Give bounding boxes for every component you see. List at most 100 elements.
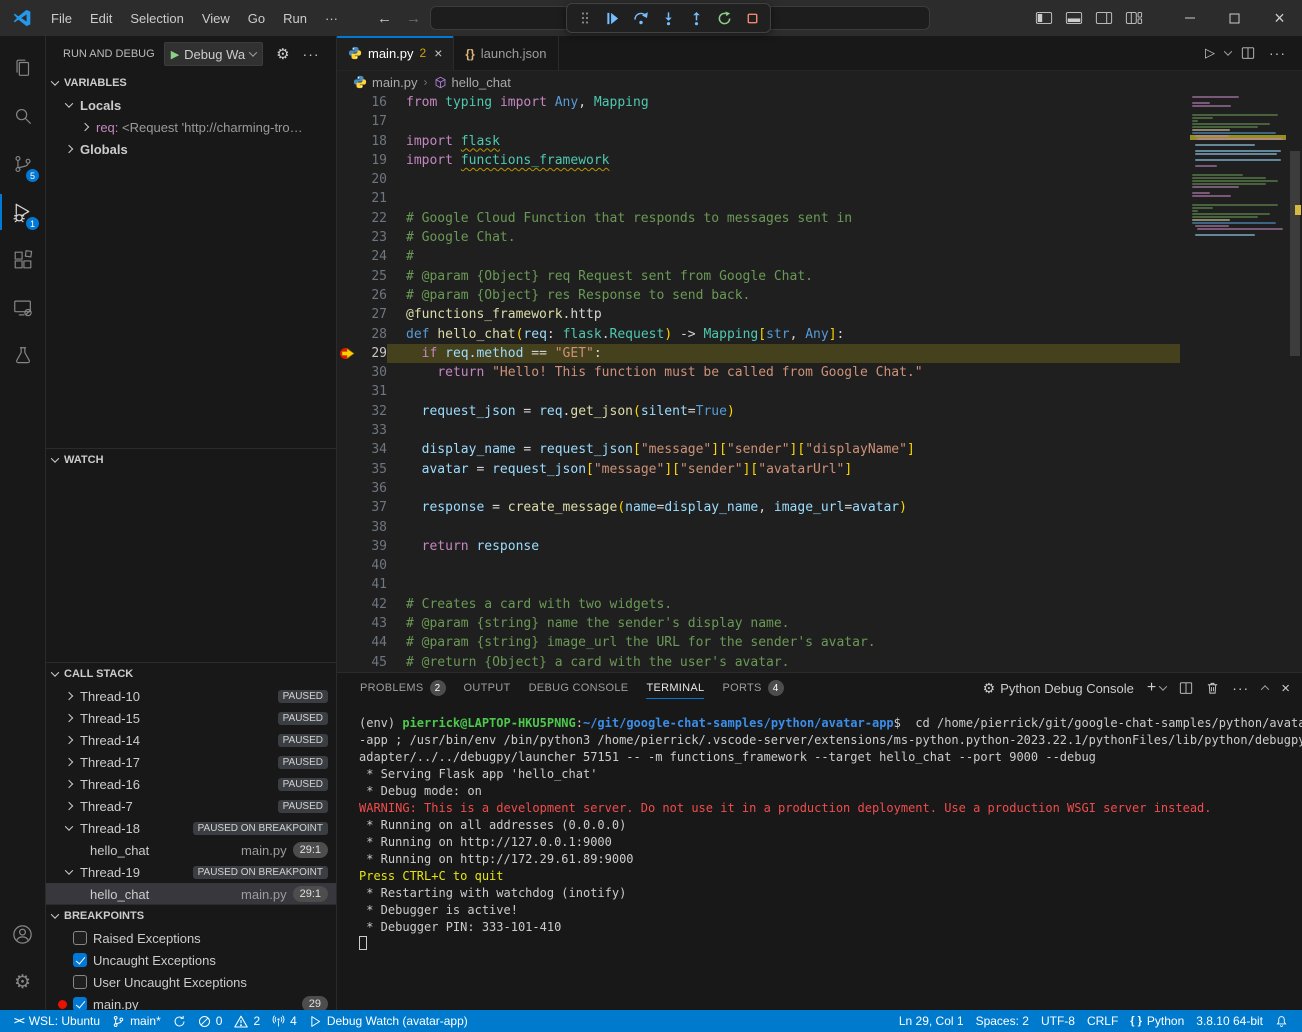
status-sync[interactable] xyxy=(167,1010,192,1032)
gutter-glyph[interactable] xyxy=(337,537,361,556)
code-line[interactable]: 34 display_name = request_json["message"… xyxy=(337,440,1180,459)
call-stack-frame-row[interactable]: hello_chatmain.py29:1 xyxy=(46,839,336,861)
gutter-glyph[interactable] xyxy=(337,189,361,208)
gutter-glyph[interactable] xyxy=(337,93,361,112)
activity-explorer[interactable] xyxy=(0,44,45,92)
tab-launch-json[interactable]: {}launch.json xyxy=(454,36,558,70)
code-line[interactable]: 30 return "Hello! This function must be … xyxy=(337,363,1180,382)
toggle-sidebar-icon[interactable] xyxy=(1029,0,1059,36)
continue-icon[interactable] xyxy=(599,6,626,30)
gutter-glyph[interactable] xyxy=(337,421,361,440)
code-line[interactable]: 41 xyxy=(337,575,1180,594)
gutter-glyph[interactable] xyxy=(337,575,361,594)
step-over-icon[interactable] xyxy=(627,6,654,30)
gutter-glyph[interactable] xyxy=(337,151,361,170)
editor-scrollbar[interactable] xyxy=(1288,93,1302,672)
terminal-output[interactable]: (env) pierrick@LAPTOP-HKU5PNNG:~/git/goo… xyxy=(337,703,1302,1010)
call-stack-thread-row[interactable]: Thread-18PAUSED ON BREAKPOINT xyxy=(46,817,336,839)
status-python[interactable]: { }Python xyxy=(1124,1010,1190,1032)
panel-tab-terminal[interactable]: TERMINAL xyxy=(637,673,713,703)
status-2[interactable]: 2 xyxy=(228,1010,266,1032)
maximize-button[interactable] xyxy=(1212,0,1257,36)
code-line[interactable]: 18import flask xyxy=(337,132,1180,151)
gutter-glyph[interactable] xyxy=(337,556,361,575)
scrollbar-slider[interactable] xyxy=(1290,151,1300,356)
variable-row[interactable]: req: <Request 'http://charming-tro… xyxy=(46,116,336,138)
run-python-file-button[interactable]: ▷ xyxy=(1201,45,1219,61)
gutter-glyph[interactable] xyxy=(337,247,361,266)
status-utf-8[interactable]: UTF-8 xyxy=(1035,1010,1081,1032)
gutter-glyph[interactable] xyxy=(337,460,361,479)
status-4[interactable]: 4 xyxy=(266,1010,303,1032)
status-main[interactable]: main* xyxy=(106,1010,167,1032)
code-line[interactable]: 37 response = create_message(name=displa… xyxy=(337,498,1180,517)
gutter-glyph[interactable] xyxy=(337,305,361,324)
call-stack-header[interactable]: CALL STACK xyxy=(46,663,336,685)
code-line[interactable]: 40 xyxy=(337,556,1180,575)
code-line[interactable]: 19import functions_framework xyxy=(337,151,1180,170)
panel-tab-debug-console[interactable]: DEBUG CONSOLE xyxy=(520,673,638,703)
gutter-glyph[interactable] xyxy=(337,498,361,517)
close-button[interactable]: × xyxy=(1257,0,1302,36)
breakpoint-checkbox[interactable] xyxy=(73,997,87,1010)
split-editor-icon[interactable] xyxy=(1237,46,1259,60)
customize-layout-icon[interactable] xyxy=(1119,0,1149,36)
breadcrumb-item-hello_chat[interactable]: hello_chat xyxy=(434,75,511,90)
debug-more-actions-icon[interactable]: ··· xyxy=(303,46,320,62)
gutter-glyph[interactable] xyxy=(337,614,361,633)
menu-view[interactable]: View xyxy=(193,0,239,36)
code-line[interactable]: 26# @param {Object} res Response to send… xyxy=(337,286,1180,305)
activity-source-control[interactable]: 5 xyxy=(0,140,45,188)
step-out-icon[interactable] xyxy=(683,6,710,30)
panel-more-actions-icon[interactable]: ··· xyxy=(1232,680,1249,696)
gutter-glyph[interactable] xyxy=(337,267,361,286)
tab-main-py[interactable]: main.py2× xyxy=(337,36,454,70)
terminal-profile[interactable]: ⚙ Python Debug Console xyxy=(983,680,1134,697)
menu-edit[interactable]: Edit xyxy=(81,0,121,36)
activity-search[interactable] xyxy=(0,92,45,140)
status-ln-29-col-1[interactable]: Ln 29, Col 1 xyxy=(893,1010,970,1032)
gutter-glyph[interactable] xyxy=(337,209,361,228)
gutter-glyph[interactable] xyxy=(337,479,361,498)
debug-config-dropdown[interactable]: ▶ Debug Wa xyxy=(164,42,263,66)
code-line[interactable]: 45# @return {Object} a card with the use… xyxy=(337,653,1180,672)
breakpoint-checkbox[interactable] xyxy=(73,953,87,967)
code-line[interactable]: 27@functions_framework.http xyxy=(337,305,1180,324)
restart-icon[interactable] xyxy=(711,6,738,30)
gutter-glyph[interactable] xyxy=(337,344,361,363)
maximize-panel-icon[interactable] xyxy=(1261,685,1269,693)
variables-scope-row[interactable]: Locals xyxy=(46,94,336,116)
gutter-glyph[interactable] xyxy=(337,518,361,537)
activity-extensions[interactable] xyxy=(0,236,45,284)
nav-forward-button[interactable]: → xyxy=(406,10,421,27)
code-line[interactable]: 33 xyxy=(337,421,1180,440)
code-line[interactable]: 35 avatar = request_json["message"]["sen… xyxy=(337,460,1180,479)
breakpoint-checkbox[interactable] xyxy=(73,931,87,945)
gutter-glyph[interactable] xyxy=(337,382,361,401)
call-stack-thread-row[interactable]: Thread-19PAUSED ON BREAKPOINT xyxy=(46,861,336,883)
gutter-glyph[interactable] xyxy=(337,440,361,459)
kill-terminal-trash-icon[interactable] xyxy=(1206,681,1219,695)
code-line[interactable]: 24# xyxy=(337,247,1180,266)
breakpoint-row[interactable]: main.py29 xyxy=(46,993,336,1010)
activity-testing[interactable] xyxy=(0,332,45,380)
call-stack-thread-row[interactable]: Thread-7PAUSED xyxy=(46,795,336,817)
gutter-glyph[interactable] xyxy=(337,286,361,305)
activity-run-and-debug[interactable]: 1 xyxy=(0,188,45,236)
status-bell[interactable] xyxy=(1269,1010,1294,1032)
menu-moremoremore[interactable]: ··· xyxy=(316,0,347,36)
call-stack-thread-row[interactable]: Thread-16PAUSED xyxy=(46,773,336,795)
code-line[interactable]: 39 return response xyxy=(337,537,1180,556)
breakpoint-row[interactable]: Raised Exceptions xyxy=(46,927,336,949)
stop-icon[interactable] xyxy=(739,6,766,30)
watch-header[interactable]: WATCH xyxy=(46,449,336,471)
split-terminal-icon[interactable] xyxy=(1179,681,1193,695)
minimize-button[interactable] xyxy=(1167,0,1212,36)
code-line[interactable]: 22# Google Cloud Function that responds … xyxy=(337,209,1180,228)
status-wsl-ubuntu[interactable]: ><WSL: Ubuntu xyxy=(8,1010,106,1032)
activity-accounts[interactable] xyxy=(0,910,45,958)
breakpoint-row[interactable]: Uncaught Exceptions xyxy=(46,949,336,971)
variables-header[interactable]: VARIABLES xyxy=(46,72,336,94)
status-crlf[interactable]: CRLF xyxy=(1081,1010,1124,1032)
code-editor[interactable]: 16from typing import Any, Mapping1718imp… xyxy=(337,93,1302,672)
